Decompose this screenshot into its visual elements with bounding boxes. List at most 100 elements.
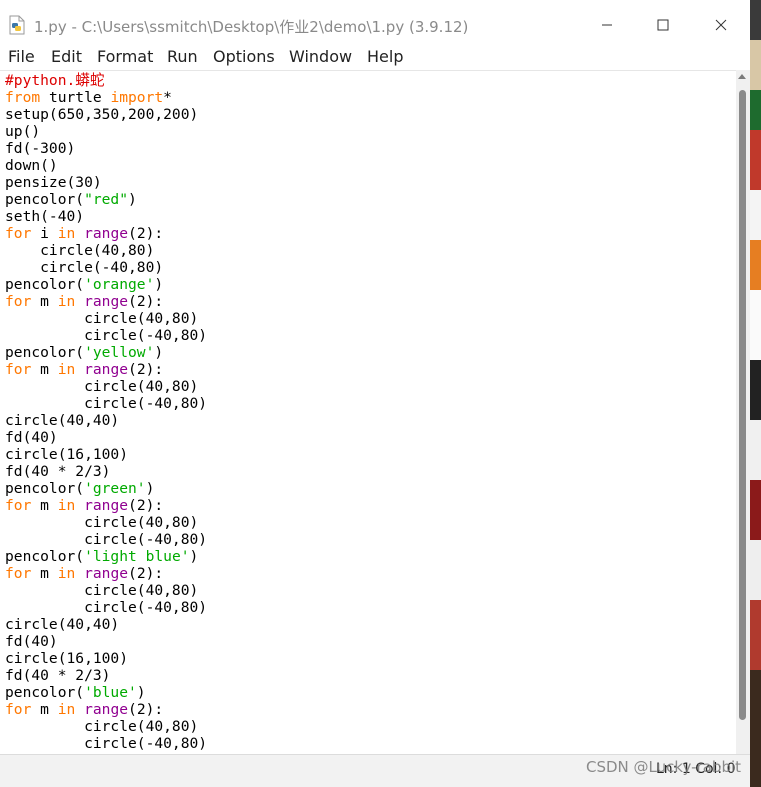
watermark: CSDN @Lucky-rabbit (586, 758, 742, 776)
code-token: circle(-40,80) (5, 735, 208, 752)
code-token: ) (154, 276, 164, 293)
minimize-icon (602, 24, 612, 26)
code-line: fd(40) (5, 633, 207, 650)
menu-run[interactable]: Run (167, 47, 198, 66)
code-line: circle(-40,80) (5, 327, 207, 344)
code-token: in (57, 497, 76, 514)
code-line: pensize(30) (5, 174, 207, 191)
minimize-button[interactable] (584, 8, 630, 42)
code-token: (2): (128, 293, 164, 310)
code-line: circle(16,100) (5, 446, 207, 463)
code-token: pencolor( (5, 276, 85, 293)
close-button[interactable] (698, 8, 744, 42)
code-token: 'yellow' (84, 344, 155, 361)
code-line: for m in range(2): (5, 293, 207, 310)
scroll-up-arrow-icon[interactable] (738, 74, 746, 79)
code-line: setup(650,350,200,200) (5, 106, 207, 123)
code-token: ) (128, 191, 137, 208)
code-token: circle(40,80) (5, 582, 199, 599)
code-token: circle(-40,80) (5, 395, 208, 412)
code-token: 'blue' (84, 684, 137, 701)
code-token: range (84, 497, 129, 514)
code-line: fd(40) (5, 429, 207, 446)
code-token: fd(40 * 2/3) (5, 667, 111, 684)
code-line: pencolor('light blue') (5, 548, 207, 565)
code-line: pencolor("red") (5, 191, 207, 208)
code-token: circle(-40,80) (5, 327, 208, 344)
code-token: m (31, 701, 58, 718)
code-editor[interactable]: #python.蟒蛇 from turtle import* setup(650,3… (0, 70, 736, 754)
code-line: circle(-40,80) (5, 735, 207, 752)
code-line: seth(-40) (5, 208, 207, 225)
code-token: circle(-40,80) (5, 531, 208, 548)
code-line: down() (5, 157, 207, 174)
code-line: from turtle import* (5, 89, 207, 106)
window-title: 1.py - C:\Users\ssmitch\Desktop\作业2\demo… (34, 18, 469, 36)
python-file-icon (9, 15, 25, 35)
vertical-scrollbar[interactable] (736, 70, 750, 754)
code-token: for (5, 497, 32, 514)
menu-options[interactable]: Options (213, 47, 275, 66)
code-token: for (5, 225, 32, 242)
code-token: in (57, 701, 76, 718)
code-token: (2): (128, 701, 164, 718)
close-icon (715, 19, 727, 31)
code-token: in (57, 293, 76, 310)
code-token: pencolor( (5, 684, 85, 701)
code-line: circle(-40,80) (5, 259, 207, 276)
maximize-button[interactable] (640, 8, 686, 42)
code-token: circle(40,40) (5, 616, 120, 633)
code-token: setup(650,350,200,200) (5, 106, 199, 123)
menu-help[interactable]: Help (367, 47, 403, 66)
code-token: i (31, 225, 58, 242)
code-token: circle(40,80) (5, 378, 199, 395)
code-token: fd(-300) (5, 140, 76, 157)
code-line: circle(40,80) (5, 378, 207, 395)
code-token: down() (5, 157, 58, 174)
menu-file[interactable]: File (8, 47, 35, 66)
code-line: circle(40,80) (5, 310, 207, 327)
code-line: for m in range(2): (5, 361, 207, 378)
code-token: in (57, 225, 76, 242)
code-token: for (5, 565, 32, 582)
code-token: (2): (128, 225, 164, 242)
menu-window[interactable]: Window (289, 47, 352, 66)
code-token: range (84, 361, 129, 378)
code-line: circle(40,40) (5, 616, 207, 633)
code-token: import (110, 89, 164, 106)
code-line: circle(-40,80) (5, 531, 207, 548)
code-token: turtle (40, 89, 111, 106)
code-line: circle(40,80) (5, 242, 207, 259)
code-token: fd(40 * 2/3) (5, 463, 111, 480)
code-line: circle(-40,80) (5, 395, 207, 412)
code-token: (2): (128, 361, 164, 378)
code-line: fd(40 * 2/3) (5, 667, 207, 684)
menu-format[interactable]: Format (97, 47, 153, 66)
code-line: circle(16,100) (5, 650, 207, 667)
code-token: range (84, 701, 129, 718)
code-token: circle(40,80) (5, 718, 199, 735)
scrollbar-thumb[interactable] (739, 90, 746, 720)
code-token: circle(-40,80) (5, 259, 164, 276)
code-token: circle(40,80) (5, 310, 199, 327)
code-line: up() (5, 123, 207, 140)
code-token: "red" (84, 191, 129, 208)
code-token: fd(40) (5, 429, 58, 446)
code-text: #python.蟒蛇 from turtle import* setup(650,3… (5, 72, 207, 752)
code-token: (2): (128, 565, 164, 582)
idle-editor-window: 1.py - C:\Users\ssmitch\Desktop\作业2\demo… (0, 0, 750, 787)
code-line: circle(-40,80) (5, 599, 207, 616)
code-token: pencolor( (5, 191, 85, 208)
code-line: circle(40,80) (5, 718, 207, 735)
code-line: fd(40 * 2/3) (5, 463, 207, 480)
code-line: circle(40,40) (5, 412, 207, 429)
menu-edit[interactable]: Edit (51, 47, 82, 66)
code-token: range (84, 225, 129, 242)
code-token: pencolor( (5, 480, 85, 497)
code-line: circle(40,80) (5, 582, 207, 599)
